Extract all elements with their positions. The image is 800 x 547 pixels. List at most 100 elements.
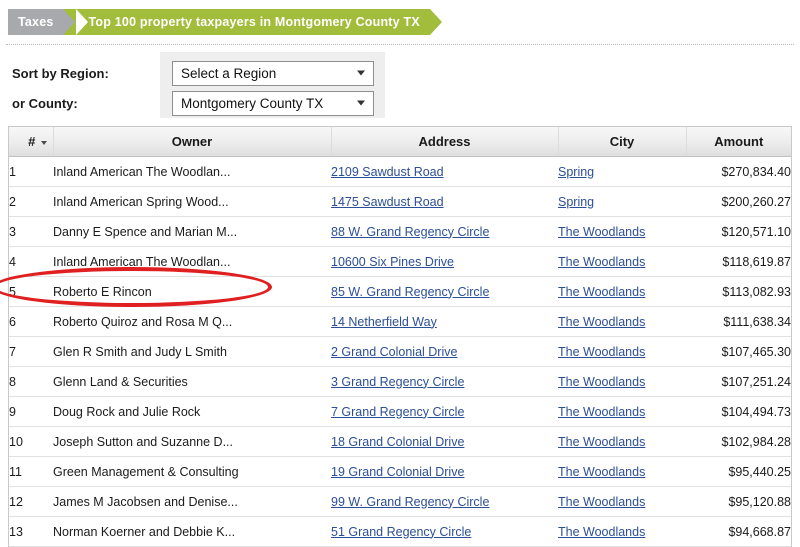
- cell-city: The Woodlands: [558, 396, 686, 427]
- table-body: 1 Inland American The Woodlan... 2109 Sawd…: [9, 156, 791, 547]
- column-header-city[interactable]: City: [558, 127, 687, 157]
- column-header-owner[interactable]: Owner: [53, 127, 332, 157]
- cell-city-link[interactable]: The Woodlands: [558, 525, 645, 539]
- chevron-down-icon: [357, 100, 365, 106]
- cell-amount: $270,834.40: [686, 156, 791, 187]
- sort-desc-icon: [41, 140, 48, 145]
- cell-number: 4: [9, 246, 53, 277]
- cell-address-link[interactable]: 88 W. Grand Regency Circle: [331, 225, 489, 239]
- cell-address-link[interactable]: 10600 Six Pines Drive: [331, 255, 454, 269]
- cell-city: The Woodlands: [558, 246, 686, 277]
- cell-city-link[interactable]: The Woodlands: [558, 345, 645, 359]
- cell-address: 51 Grand Regency Circle: [331, 516, 558, 547]
- county-select[interactable]: Montgomery County TX: [172, 90, 374, 116]
- table-row: 6 Roberto Quiroz and Rosa M Q... 14 Nether…: [9, 306, 791, 337]
- cell-address-link[interactable]: 19 Grand Colonial Drive: [331, 465, 464, 479]
- cell-city-link[interactable]: The Woodlands: [558, 495, 645, 509]
- cell-address: 2109 Sawdust Road: [331, 156, 558, 187]
- cell-owner: Roberto E Rincon: [53, 276, 331, 307]
- cell-address-link[interactable]: 18 Grand Colonial Drive: [331, 435, 464, 449]
- cell-amount: $107,251.24: [686, 366, 791, 397]
- cell-amount: $200,260.27: [686, 186, 791, 217]
- table-header-row: # Owner Address City Amount: [9, 127, 791, 157]
- cell-city-link[interactable]: The Woodlands: [558, 285, 645, 299]
- cell-city-link[interactable]: Spring: [558, 195, 594, 209]
- breadcrumb-title-label: Top 100 property taxpayers in Montgomery…: [88, 15, 420, 29]
- cell-city: The Woodlands: [558, 366, 686, 397]
- cell-city-link[interactable]: Spring: [558, 165, 594, 179]
- taxpayers-table: # Owner Address City Amount 1 Inland Amer…: [9, 127, 791, 547]
- header-divider: [6, 44, 794, 45]
- cell-city-link[interactable]: The Woodlands: [558, 465, 645, 479]
- cell-city-link[interactable]: The Woodlands: [558, 255, 645, 269]
- breadcrumb-bar: Taxes Top 100 property taxpayers in Mont…: [0, 0, 800, 42]
- cell-owner: Glenn Land & Securities: [53, 366, 331, 397]
- column-header-number[interactable]: #: [9, 127, 54, 157]
- breadcrumb-item-taxes[interactable]: Taxes: [8, 9, 74, 35]
- cell-amount: $95,120.88: [686, 486, 791, 517]
- county-label: or County:: [12, 95, 78, 111]
- cell-owner: Glen R Smith and Judy L Smith: [53, 336, 331, 367]
- cell-address-link[interactable]: 7 Grand Regency Circle: [331, 405, 464, 419]
- table-row: 1 Inland American The Woodlan... 2109 Sawd…: [9, 156, 791, 187]
- column-header-number-label: #: [28, 134, 36, 149]
- cell-amount: $113,082.93: [686, 276, 791, 307]
- column-header-amount[interactable]: Amount: [686, 127, 791, 157]
- cell-owner: Danny E Spence and Marian M...: [53, 216, 331, 247]
- cell-city: The Woodlands: [558, 426, 686, 457]
- cell-number: 6: [9, 306, 53, 337]
- cell-address-link[interactable]: 2 Grand Colonial Drive: [331, 345, 457, 359]
- cell-address: 99 W. Grand Regency Circle: [331, 486, 558, 517]
- cell-address: 19 Grand Colonial Drive: [331, 456, 558, 487]
- cell-city: The Woodlands: [558, 276, 686, 307]
- table-row: 11 Green Management & Consulting 19 Grand …: [9, 456, 791, 487]
- cell-address-link[interactable]: 51 Grand Regency Circle: [331, 525, 471, 539]
- cell-address-link[interactable]: 14 Netherfield Way: [331, 315, 437, 329]
- cell-number: 13: [9, 516, 53, 547]
- chevron-down-icon: [357, 70, 365, 76]
- cell-address-link[interactable]: 2109 Sawdust Road: [331, 165, 444, 179]
- breadcrumb-taxes-label: Taxes: [18, 15, 54, 29]
- cell-city-link[interactable]: The Woodlands: [558, 405, 645, 419]
- cell-address-link[interactable]: 1475 Sawdust Road: [331, 195, 444, 209]
- cell-number: 8: [9, 366, 53, 397]
- cell-number: 5: [9, 276, 53, 307]
- cell-number: 11: [9, 456, 53, 487]
- cell-address: 7 Grand Regency Circle: [331, 396, 558, 427]
- table-row: 3 Danny E Spence and Marian M... 88 W. Gra…: [9, 216, 791, 247]
- cell-amount: $107,465.30: [686, 336, 791, 367]
- cell-city-link[interactable]: The Woodlands: [558, 375, 645, 389]
- cell-city-link[interactable]: The Woodlands: [558, 225, 645, 239]
- cell-address-link[interactable]: 85 W. Grand Regency Circle: [331, 285, 489, 299]
- region-select-value: Select a Region: [181, 65, 277, 81]
- cell-city-link[interactable]: The Woodlands: [558, 435, 645, 449]
- breadcrumb-item-title[interactable]: Top 100 property taxpayers in Montgomery…: [75, 9, 443, 35]
- cell-owner: Norman Koerner and Debbie K...: [53, 516, 331, 547]
- cell-amount: $104,494.73: [686, 396, 791, 427]
- cell-owner: Inland American The Woodlan...: [53, 156, 331, 187]
- region-select[interactable]: Select a Region: [172, 60, 374, 86]
- cell-owner: Green Management & Consulting: [53, 456, 331, 487]
- cell-amount: $95,440.25: [686, 456, 791, 487]
- cell-city: Spring: [558, 156, 686, 187]
- cell-address-link[interactable]: 3 Grand Regency Circle: [331, 375, 464, 389]
- table-row: 9 Doug Rock and Julie Rock 7 Grand Regency…: [9, 396, 791, 427]
- cell-number: 10: [9, 426, 53, 457]
- cell-address-link[interactable]: 99 W. Grand Regency Circle: [331, 495, 489, 509]
- cell-address: 3 Grand Regency Circle: [331, 366, 558, 397]
- cell-owner: Doug Rock and Julie Rock: [53, 396, 331, 427]
- cell-address: 1475 Sawdust Road: [331, 186, 558, 217]
- cell-amount: $102,984.28: [686, 426, 791, 457]
- cell-owner: Roberto Quiroz and Rosa M Q...: [53, 306, 331, 337]
- cell-city: The Woodlands: [558, 306, 686, 337]
- cell-amount: $120,571.10: [686, 216, 791, 247]
- cell-city: The Woodlands: [558, 216, 686, 247]
- cell-address: 2 Grand Colonial Drive: [331, 336, 558, 367]
- cell-city-link[interactable]: The Woodlands: [558, 315, 645, 329]
- column-header-address[interactable]: Address: [331, 127, 559, 157]
- cell-amount: $118,619.87: [686, 246, 791, 277]
- cell-amount: $111,638.34: [686, 306, 791, 337]
- table-row: 8 Glenn Land & Securities 3 Grand Regency …: [9, 366, 791, 397]
- cell-number: 1: [9, 156, 53, 187]
- cell-address: 88 W. Grand Regency Circle: [331, 216, 558, 247]
